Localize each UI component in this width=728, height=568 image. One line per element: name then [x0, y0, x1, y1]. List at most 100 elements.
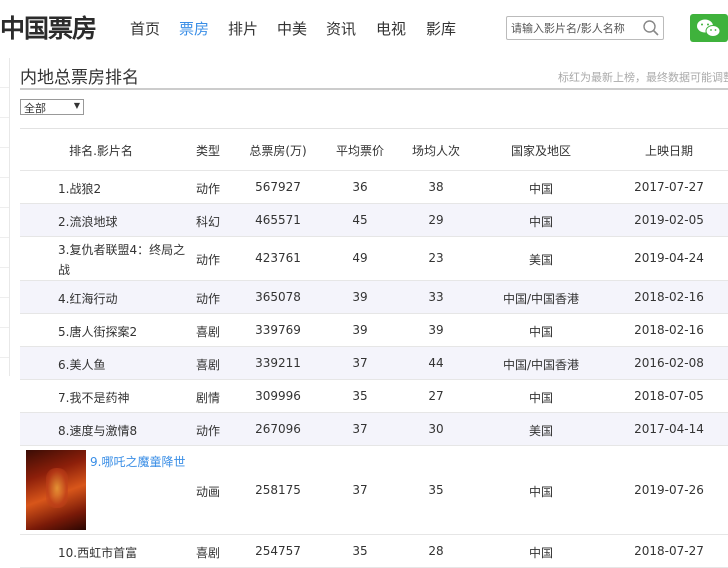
film-title[interactable]: 3.复仇者联盟4：终局之 — [58, 241, 185, 258]
search-icon[interactable] — [642, 19, 660, 37]
film-title[interactable]: 1.战狼2 — [58, 180, 101, 197]
film-avg-price: 39 — [352, 290, 368, 304]
header-release-date: 上映日期 — [644, 144, 694, 158]
film-title[interactable]: 8.速度与激情8 — [58, 422, 137, 439]
category-select-value: 全部 — [24, 102, 46, 115]
nav-item-china-us[interactable]: 中美 — [277, 18, 307, 39]
nav-item-tv[interactable]: 电视 — [376, 18, 406, 39]
film-region: 中国 — [528, 182, 554, 196]
film-title[interactable]: 2.流浪地球 — [58, 213, 117, 230]
film-release-date: 2018-07-05 — [634, 389, 704, 403]
film-avg-people: 23 — [428, 251, 444, 265]
table-row[interactable]: 3.复仇者联盟4：终局之 战 动作 423761 49 23 美国 2019-0… — [20, 237, 728, 281]
film-avg-price: 39 — [352, 323, 368, 337]
table-row[interactable]: 10.西虹市首富 喜剧 254757 35 28 中国 2018-07-27 — [20, 535, 728, 568]
table-row[interactable]: 8.速度与激情8 动作 267096 37 30 美国 2017-04-14 — [20, 413, 728, 446]
table-row[interactable]: 5.唐人街探案2 喜剧 339769 39 39 中国 2018-02-16 — [20, 314, 728, 347]
film-avg-people: 33 — [428, 290, 444, 304]
film-type: 动作 — [195, 253, 221, 267]
film-region: 美国 — [528, 424, 554, 438]
film-avg-price: 35 — [352, 544, 368, 558]
film-avg-price: 37 — [352, 483, 368, 497]
film-title-continued[interactable]: 战 — [58, 261, 70, 278]
film-avg-price: 36 — [352, 180, 368, 194]
site-logo[interactable]: 中国票房 — [0, 9, 97, 45]
film-avg-people: 30 — [428, 422, 444, 436]
film-avg-people: 27 — [428, 389, 444, 403]
film-gross: 423761 — [255, 251, 301, 265]
header-avg-people: 场均人次 — [411, 144, 461, 158]
table-row[interactable]: 4.红海行动 动作 365078 39 33 中国/中国香港 2018-02-1… — [20, 281, 728, 314]
film-title[interactable]: 6.美人鱼 — [58, 356, 105, 373]
film-title[interactable]: 9.哪吒之魔童降世 — [90, 453, 185, 470]
film-gross: 339211 — [255, 356, 301, 370]
film-title[interactable]: 5.唐人街探案2 — [58, 323, 137, 340]
film-avg-people: 29 — [428, 213, 444, 227]
table-header: 排名.影片名 类型 总票房(万) 平均票价 场均人次 国家及地区 上映日期 — [20, 129, 728, 171]
wechat-button[interactable] — [690, 14, 728, 42]
film-gross: 339769 — [255, 323, 301, 337]
film-release-date: 2019-04-24 — [634, 251, 704, 265]
film-avg-people: 44 — [428, 356, 444, 370]
film-gross: 309996 — [255, 389, 301, 403]
film-title[interactable]: 7.我不是药神 — [58, 389, 129, 406]
film-release-date: 2016-02-08 — [634, 356, 704, 370]
nav-item-news[interactable]: 资讯 — [326, 18, 356, 39]
header-region: 国家及地区 — [510, 144, 572, 158]
film-type: 科幻 — [195, 215, 221, 229]
table-row[interactable]: 9.哪吒之魔童降世 动画 258175 37 35 中国 2019-07-26 — [20, 446, 728, 535]
ranking-table: 排名.影片名 类型 总票房(万) 平均票价 场均人次 国家及地区 上映日期 1.… — [20, 128, 728, 568]
table-row[interactable]: 1.战狼2 动作 567927 36 38 中国 2017-07-27 — [20, 171, 728, 204]
film-region: 中国/中国香港 — [502, 358, 580, 372]
search-input[interactable] — [511, 19, 637, 37]
section-header: 内地总票房排名 标红为最新上榜，最终数据可能调整 — [20, 60, 728, 90]
film-title[interactable]: 4.红海行动 — [58, 290, 117, 307]
film-type: 动作 — [195, 182, 221, 196]
nav-item-home[interactable]: 首页 — [130, 18, 160, 39]
film-gross: 567927 — [255, 180, 301, 194]
film-region: 中国 — [528, 485, 554, 499]
film-type: 喜剧 — [195, 325, 221, 339]
film-release-date: 2018-02-16 — [634, 323, 704, 337]
film-gross: 258175 — [255, 483, 301, 497]
film-avg-price: 37 — [352, 356, 368, 370]
nav-item-boxoffice[interactable]: 票房 — [179, 18, 209, 39]
film-gross: 254757 — [255, 544, 301, 558]
film-region: 中国/中国香港 — [502, 292, 580, 306]
film-region: 中国 — [528, 215, 554, 229]
film-gross: 365078 — [255, 290, 301, 304]
film-type: 动作 — [195, 424, 221, 438]
header-type: 类型 — [195, 144, 221, 158]
search-box — [506, 16, 664, 40]
film-avg-people: 38 — [428, 180, 444, 194]
film-avg-price: 35 — [352, 389, 368, 403]
wechat-icon — [697, 19, 721, 37]
film-release-date: 2018-02-16 — [634, 290, 704, 304]
film-region: 美国 — [528, 253, 554, 267]
nav-item-library[interactable]: 影库 — [426, 18, 456, 39]
film-type: 剧情 — [195, 391, 221, 405]
film-avg-price: 37 — [352, 422, 368, 436]
film-title[interactable]: 10.西虹市首富 — [58, 544, 137, 561]
page-note: 标红为最新上榜，最终数据可能调整 — [558, 71, 728, 84]
film-poster-image[interactable] — [26, 450, 86, 530]
category-select[interactable]: 全部 ▼ — [20, 99, 84, 115]
film-release-date: 2019-07-26 — [634, 483, 704, 497]
header-rank-title: 排名.影片名 — [69, 144, 133, 158]
film-gross: 465571 — [255, 213, 301, 227]
table-row[interactable]: 7.我不是药神 剧情 309996 35 27 中国 2018-07-05 — [20, 380, 728, 413]
dropdown-arrow-icon: ▼ — [73, 101, 80, 110]
table-row[interactable]: 2.流浪地球 科幻 465571 45 29 中国 2019-02-05 — [20, 204, 728, 237]
page-title: 内地总票房排名 — [20, 68, 139, 88]
film-region: 中国 — [528, 391, 554, 405]
header-avg-price: 平均票价 — [335, 144, 385, 158]
film-type: 喜剧 — [195, 358, 221, 372]
film-region: 中国 — [528, 546, 554, 560]
film-release-date: 2019-02-05 — [634, 213, 704, 227]
table-row[interactable]: 6.美人鱼 喜剧 339211 37 44 中国/中国香港 2016-02-08 — [20, 347, 728, 380]
nav-item-schedule[interactable]: 排片 — [228, 18, 258, 39]
film-release-date: 2018-07-27 — [634, 544, 704, 558]
header-gross: 总票房(万) — [249, 144, 307, 158]
film-release-date: 2017-04-14 — [634, 422, 704, 436]
film-avg-people: 28 — [428, 544, 444, 558]
